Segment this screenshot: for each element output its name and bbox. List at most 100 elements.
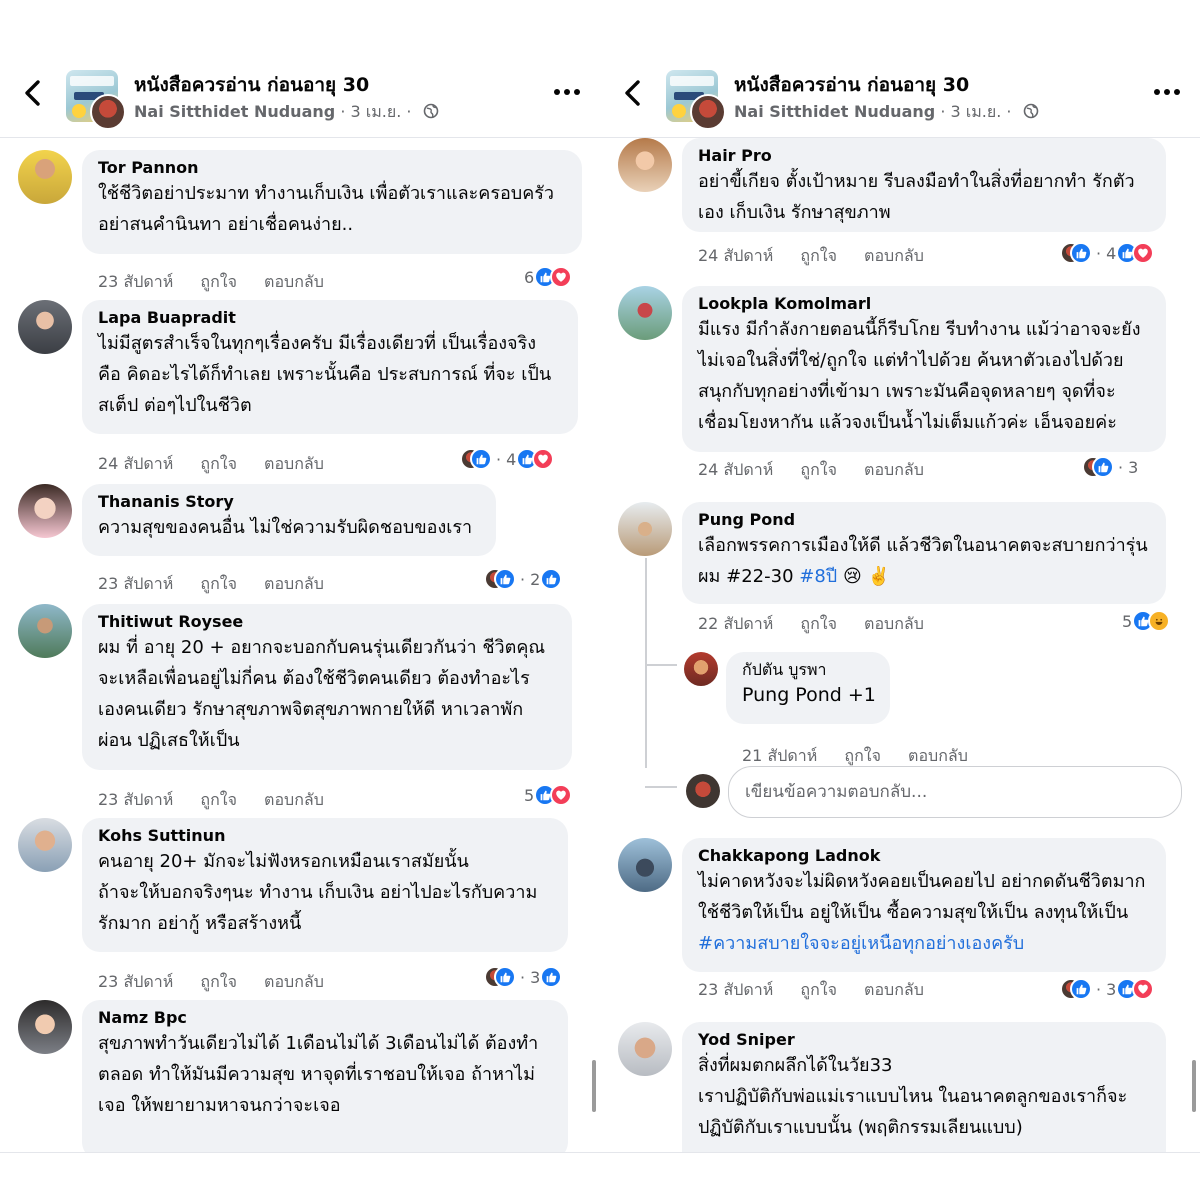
scrollbar[interactable] — [592, 1060, 596, 1112]
reaction-count: · 3 — [520, 967, 541, 987]
comment-text: สิ่งที่ผมตกผลึกได้ในวัย33 เราปฏิบัติกับพ… — [698, 1055, 1128, 1138]
reaction-summary[interactable]: 5 — [1118, 608, 1171, 634]
commenter-avatar[interactable] — [18, 300, 72, 354]
reply-input-box[interactable] — [728, 766, 1182, 818]
owner-name[interactable]: Nai Sitthidet Nuduang — [134, 102, 335, 121]
reaction-summary[interactable]: · 4 — [460, 446, 555, 472]
page-title[interactable]: หนังสือควรอ่าน ก่อนอายุ 30 — [134, 70, 369, 100]
reply-button[interactable]: ตอบกลับ — [864, 614, 924, 633]
comment-time[interactable]: 23 สัปดาห์ — [98, 972, 173, 991]
comment-meta: 24 สัปดาห์ ถูกใจ ตอบกลับ — [698, 458, 946, 483]
commenter-avatar[interactable] — [18, 1000, 72, 1054]
like-button[interactable]: ถูกใจ — [800, 246, 837, 265]
like-button[interactable]: ถูกใจ — [800, 980, 837, 999]
hashtag-link[interactable]: #ความสบายใจจะอยู่เหนือทุกอย่างเองครับ — [698, 928, 1150, 959]
love-reaction-icon — [1132, 978, 1155, 1000]
commenter-name[interactable]: Tor Pannon — [98, 158, 566, 178]
commenter-avatar[interactable] — [18, 818, 72, 872]
owner-name[interactable]: Nai Sitthidet Nuduang — [734, 102, 935, 121]
commenter-avatar[interactable] — [684, 652, 718, 686]
commenter-avatar[interactable] — [618, 502, 672, 556]
comments-list: Tor Pannon ใช้ชีวิตอย่าประมาท ทำงานเก็บเ… — [0, 138, 600, 1152]
commenter-avatar[interactable] — [618, 838, 672, 892]
commenter-name[interactable]: Hair Pro — [698, 146, 1150, 166]
reply-button[interactable]: ตอบกลับ — [264, 574, 324, 593]
reaction-summary[interactable]: 5 — [520, 782, 573, 808]
reply-button[interactable]: ตอบกลับ — [264, 454, 324, 473]
like-reaction-icon — [1092, 456, 1114, 478]
comment-bubble: Thananis Story ความสุขของคนอื่น ไม่ใช่คว… — [82, 484, 496, 556]
page-title[interactable]: หนังสือควรอ่าน ก่อนอายุ 30 — [734, 70, 969, 100]
love-reaction-icon — [550, 784, 573, 806]
like-button[interactable]: ถูกใจ — [200, 272, 237, 291]
comment-time[interactable]: 21 สัปดาห์ — [742, 746, 817, 765]
comment-time[interactable]: 23 สัปดาห์ — [98, 574, 173, 593]
reaction-summary[interactable]: · 3 — [1082, 454, 1144, 480]
commenter-name[interactable]: Pung Pond — [698, 510, 1150, 530]
comment-text: ความสุขของคนอื่น ไม่ใช่ความรับผิดชอบของเ… — [98, 517, 473, 538]
like-button[interactable]: ถูกใจ — [800, 614, 837, 633]
reply-button[interactable]: ตอบกลับ — [864, 246, 924, 265]
commenter-name[interactable]: Kohs Suttinun — [98, 826, 552, 846]
commenter-avatar[interactable] — [618, 1022, 672, 1076]
reply-button[interactable]: ตอบกลับ — [864, 460, 924, 479]
owner-avatar[interactable] — [690, 94, 726, 130]
commenter-avatar[interactable] — [618, 286, 672, 340]
scrollbar[interactable] — [1192, 1060, 1196, 1112]
comment-time[interactable]: 24 สัปดาห์ — [698, 460, 773, 479]
more-options-icon[interactable] — [1152, 80, 1182, 104]
like-button[interactable]: ถูกใจ — [200, 454, 237, 473]
commenter-name[interactable]: Lapa Buapradit — [98, 308, 562, 328]
reply-button[interactable]: ตอบกลับ — [264, 972, 324, 991]
commenter-name[interactable]: Namz Bpc — [98, 1008, 552, 1028]
back-arrow-icon[interactable] — [18, 76, 48, 110]
comment-text: ไม่มีสูตรสำเร็จในทุกๆเรื่องครับ มีเรื่อง… — [98, 333, 552, 416]
comment-bubble: กัปตัน บูรพา Pung Pond +1 — [726, 652, 890, 724]
commenter-avatar[interactable] — [18, 604, 72, 658]
commenter-name[interactable]: Chakkapong Ladnok — [698, 846, 1150, 866]
reply-button[interactable]: ตอบกลับ — [908, 746, 968, 765]
back-arrow-icon[interactable] — [618, 76, 648, 110]
haha-reaction-icon — [1148, 610, 1171, 632]
reply-button[interactable]: ตอบกลับ — [264, 272, 324, 291]
commenter-avatar[interactable] — [18, 484, 72, 538]
more-options-icon[interactable] — [552, 80, 582, 104]
like-button[interactable]: ถูกใจ — [800, 460, 837, 479]
commenter-name[interactable]: Lookpla Komolmarl — [698, 294, 1150, 314]
comment-time[interactable]: 23 สัปดาห์ — [698, 980, 773, 999]
comment-time[interactable]: 23 สัปดาห์ — [98, 790, 173, 809]
commenter-avatar[interactable] — [618, 138, 672, 192]
commenter-name[interactable]: กัปตัน บูรพา — [742, 660, 874, 680]
like-button[interactable]: ถูกใจ — [200, 790, 237, 809]
hashtag-link[interactable]: #8ปี — [799, 566, 837, 587]
like-button[interactable]: ถูกใจ — [200, 574, 237, 593]
post-date[interactable]: 3 เม.ย. — [351, 102, 402, 121]
reply-button[interactable]: ตอบกลับ — [264, 790, 324, 809]
comment-bubble: Tor Pannon ใช้ชีวิตอย่าประมาท ทำงานเก็บเ… — [82, 150, 582, 254]
comment-time[interactable]: 24 สัปดาห์ — [98, 454, 173, 473]
comment-bubble: Chakkapong Ladnok ไม่คาดหวังจะไม่ผิดหวัง… — [682, 838, 1166, 972]
post-date[interactable]: 3 เม.ย. — [951, 102, 1002, 121]
like-button[interactable]: ถูกใจ — [200, 972, 237, 991]
comment-text: มีแรง มีกำลังกายตอนนี้ก็รีบโกย รีบทำงาน … — [698, 319, 1141, 433]
comment-time[interactable]: 22 สัปดาห์ — [698, 614, 773, 633]
comment-time[interactable]: 23 สัปดาห์ — [98, 272, 173, 291]
reaction-summary[interactable]: · 3 — [484, 964, 563, 990]
comment-meta: 22 สัปดาห์ ถูกใจ ตอบกลับ — [698, 612, 946, 637]
like-button[interactable]: ถูกใจ — [844, 746, 881, 765]
commenter-name[interactable]: Thananis Story — [98, 492, 480, 512]
commenter-avatar[interactable] — [18, 150, 72, 204]
reaction-count: · 4 — [496, 449, 517, 469]
reply-input[interactable] — [729, 767, 1181, 817]
commenter-name[interactable]: Thitiwut Roysee — [98, 612, 556, 632]
commenter-name[interactable]: Yod Sniper — [698, 1030, 1150, 1050]
reaction-summary[interactable]: · 2 — [484, 566, 563, 592]
comment-meta: 23 สัปดาห์ ถูกใจ ตอบกลับ — [98, 572, 346, 597]
comment-bubble: Kohs Suttinun คนอายุ 20+ มักจะไม่ฟังหรอก… — [82, 818, 568, 952]
reply-button[interactable]: ตอบกลับ — [864, 980, 924, 999]
reaction-summary[interactable]: 6 — [520, 264, 573, 290]
reaction-summary[interactable]: · 4 — [1060, 240, 1155, 266]
comment-time[interactable]: 24 สัปดาห์ — [698, 246, 773, 265]
owner-avatar[interactable] — [90, 94, 126, 130]
reaction-summary[interactable]: · 3 — [1060, 976, 1155, 1002]
